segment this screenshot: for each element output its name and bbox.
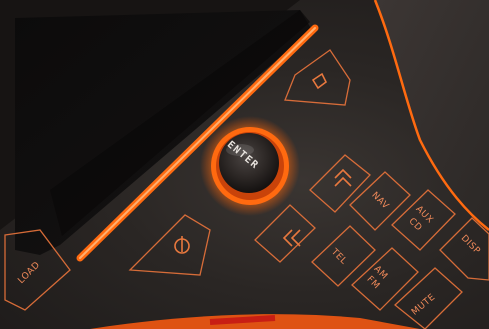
right-panel bbox=[375, 0, 489, 230]
forward-arrows-icon bbox=[334, 168, 352, 187]
button-forward[interactable] bbox=[309, 154, 371, 213]
back-arrows-icon bbox=[282, 229, 301, 247]
bottom-red-accent bbox=[209, 315, 276, 325]
head-unit-photo: ENTER LOAD TEL NAV AUX CD AM FM MUTE DIS… bbox=[0, 0, 489, 329]
button-phone[interactable] bbox=[128, 214, 211, 276]
top-button-icon bbox=[311, 72, 328, 90]
